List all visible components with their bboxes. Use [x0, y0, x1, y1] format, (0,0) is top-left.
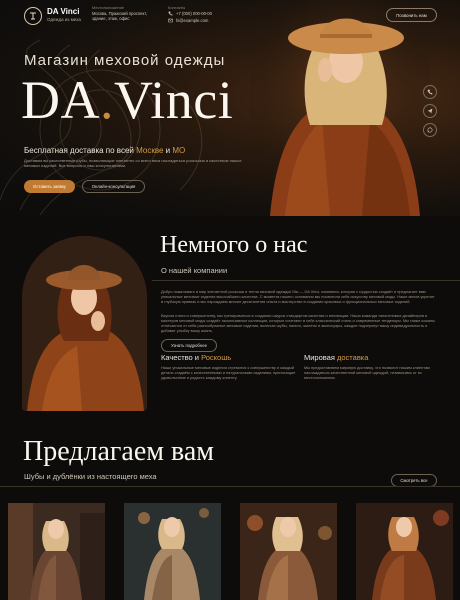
- site-header: DA Vinci Одежда из меха Местоположение М…: [0, 0, 460, 34]
- feature-luxury-word: Роскошь: [201, 353, 232, 362]
- about-subtitle: О нашей компании: [161, 266, 228, 275]
- title-part-vinci: Vinci: [114, 70, 234, 130]
- feature-quality-title: Качество и Роскошь: [161, 353, 231, 362]
- phone-link[interactable]: +7 (000) 000-00-00: [176, 11, 212, 16]
- hero-section: DA Vinci Одежда из меха Местоположение М…: [0, 0, 460, 216]
- hero-description: Доставим вы качественные шубы, позволяющ…: [24, 158, 242, 169]
- feature-delivery-title: Мировая доставка: [304, 353, 368, 362]
- feature-quality-text: Наши уникальные меховые изделия стремятс…: [161, 365, 296, 381]
- hero-title: DA.Vinci: [21, 70, 233, 130]
- product-card[interactable]: [356, 503, 453, 600]
- divider: [0, 486, 460, 487]
- brand-tagline: Одежда из меха: [47, 17, 81, 22]
- delivery-and: и: [163, 146, 173, 155]
- delivery-city-mo: МО: [172, 146, 186, 155]
- feature-and-word: и: [192, 353, 202, 362]
- about-title: Немного о нас: [160, 232, 308, 258]
- address-label: Местоположение: [92, 5, 125, 10]
- mail-icon: [168, 18, 173, 23]
- about-paragraph-2: Вкусом стиля и совершенству, мы трениров…: [161, 313, 435, 334]
- address-text: Москва, Пражский проспект, здание, этаж,…: [92, 11, 147, 22]
- call-us-button[interactable]: Позвонить нам: [386, 8, 437, 22]
- about-paragraph-1: Добро пожаловать в мир элегантной роскош…: [161, 289, 435, 305]
- product-card[interactable]: [240, 503, 337, 600]
- delivery-headline: Бесплатная доставка по всей Москве и МО: [24, 146, 185, 155]
- product-card[interactable]: [8, 503, 105, 600]
- contacts-label: Контакты: [168, 5, 186, 10]
- feature-delivery-word: доставка: [337, 353, 369, 362]
- about-model-photo: [22, 236, 147, 411]
- product-card[interactable]: [124, 503, 221, 600]
- email-link[interactable]: hi@example.com: [176, 18, 208, 23]
- feature-delivery-text: Мы предоставляем мировую доставку, что п…: [304, 365, 430, 381]
- offer-subtitle: Шубы и дублёнки из настоящего меха: [24, 472, 157, 481]
- logo-icon[interactable]: [24, 7, 42, 25]
- title-part-da: DA: [21, 70, 100, 130]
- telegram-icon[interactable]: [423, 104, 437, 118]
- learn-more-button[interactable]: Узнать подробнее: [161, 339, 217, 352]
- online-consult-button[interactable]: Онлайн-консультация: [82, 180, 145, 193]
- title-dot: .: [100, 70, 114, 130]
- delivery-city-moscow: Москве: [136, 146, 164, 155]
- divider: [152, 280, 460, 281]
- brand-name[interactable]: DA Vinci: [47, 7, 79, 16]
- whatsapp-icon[interactable]: [423, 123, 437, 137]
- offer-title: Предлагаем вам: [23, 436, 214, 467]
- leave-request-button[interactable]: Оставить заявку: [24, 180, 75, 193]
- feature-world-word: Мировая: [304, 353, 337, 362]
- phone-icon[interactable]: [423, 85, 437, 99]
- delivery-prefix: Бесплатная доставка по всей: [24, 146, 137, 155]
- hero-kicker: Магазин меховой одежды: [24, 52, 226, 69]
- phone-icon: [168, 11, 173, 16]
- feature-quality-word: Качество: [161, 353, 193, 362]
